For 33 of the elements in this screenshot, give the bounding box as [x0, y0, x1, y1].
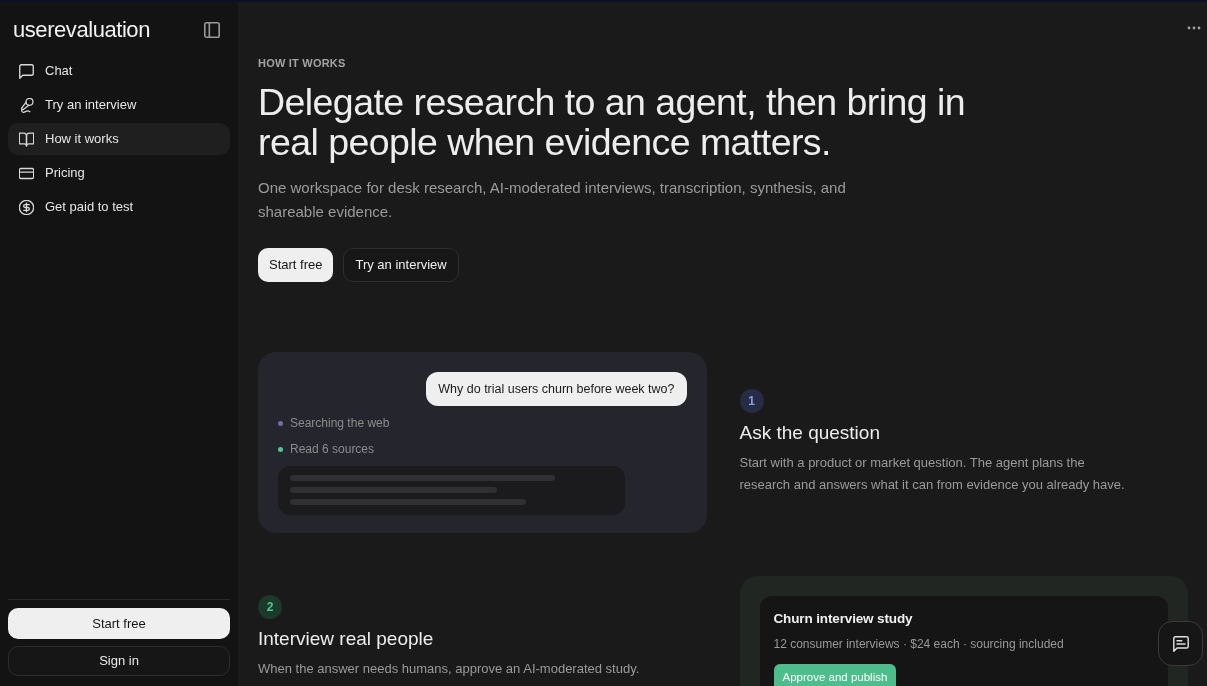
page-subtitle: One workspace for desk research, AI-moderated interviews, transcription, synthesis, and shareable evidence. — [258, 178, 847, 222]
chat-bubble-icon — [19, 63, 34, 79]
nav-item[interactable]: Pricing — [8, 157, 230, 189]
try-interview-button[interactable]: Try an interview — [343, 248, 459, 282]
more-icon[interactable] — [1187, 26, 1201, 30]
study-details: 12 consumer interviews · $24 each · sourcing included — [773, 636, 1064, 652]
step-title: Interview real people — [258, 627, 434, 651]
step-description: Start with a product or market question. The agent plans the research and answers what it can from evidence you already have. — [739, 454, 1126, 494]
start-free-button[interactable]: Start free — [258, 248, 334, 282]
nav-item[interactable]: Get paid to test — [8, 191, 230, 223]
nav-item[interactable]: Chat — [8, 55, 230, 87]
sign-in-button[interactable]: Sign in — [8, 646, 230, 676]
question-bubble: Why do trial users churn before week two? — [426, 372, 687, 406]
start-free-button[interactable]: Start free — [8, 608, 230, 639]
step-description: When the answer needs humans, approve an AI-moderated study. — [258, 660, 641, 678]
message-icon — [1172, 635, 1189, 652]
chat-button[interactable] — [1158, 621, 1203, 666]
sidebar-toggle-icon[interactable] — [204, 22, 220, 38]
activity-text: Read 6 sources — [290, 441, 375, 458]
nav-item[interactable]: Try an interview — [8, 89, 230, 121]
dollar-coin-icon — [19, 199, 34, 215]
microphone-icon — [19, 97, 34, 113]
book-icon — [19, 131, 34, 147]
page-heading: Delegate research to an agent, then bring in real people when evidence matters. — [258, 82, 966, 162]
section-label: HOW IT WORKS — [258, 56, 346, 70]
activity-text: Searching the web — [290, 415, 390, 432]
step-number: 1 — [739, 389, 764, 413]
credit-card-icon — [19, 165, 34, 181]
logo: userevaluation — [13, 19, 150, 41]
step-title: Ask the question — [739, 421, 880, 445]
nav-item[interactable]: How it works — [8, 123, 230, 155]
study-title: Churn interview study — [773, 610, 913, 628]
step-number: 2 — [258, 595, 282, 619]
